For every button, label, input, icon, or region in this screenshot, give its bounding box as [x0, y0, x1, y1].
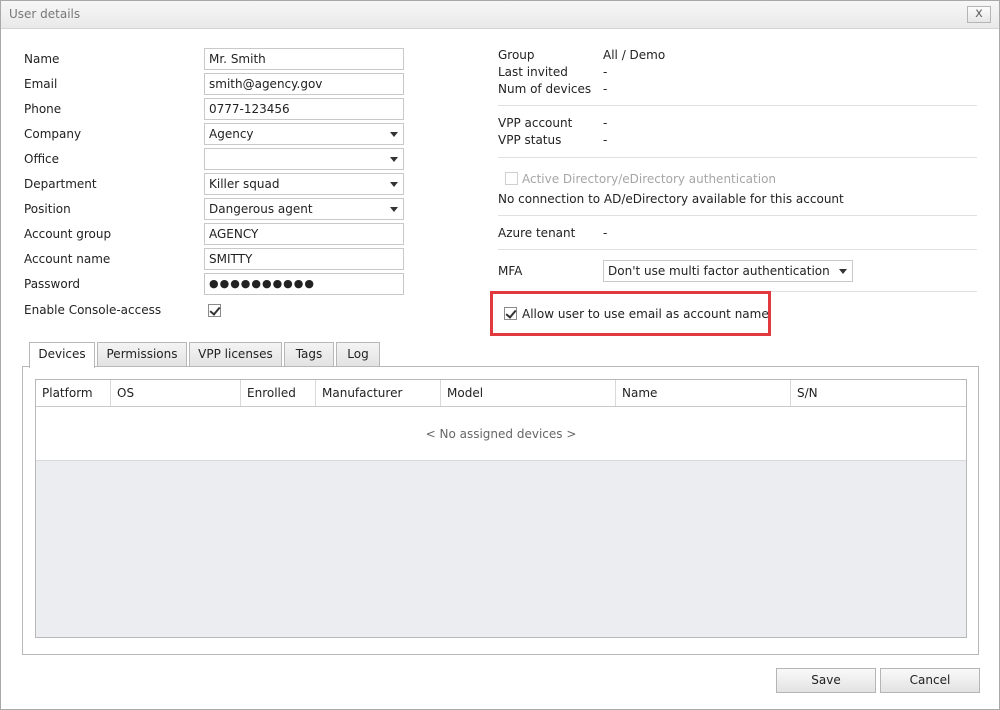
save-button[interactable]: Save [776, 668, 876, 693]
account-name-input[interactable]: SMITTY [204, 248, 404, 270]
divider [498, 249, 977, 250]
position-select[interactable]: Dangerous agent [204, 198, 404, 220]
mfa-select[interactable]: Don't use multi factor authentication [603, 260, 853, 282]
phone-input[interactable]: 0777-123456 [204, 98, 404, 120]
column-header-enrolled[interactable]: Enrolled [241, 380, 316, 406]
email-as-account-label[interactable]: Allow user to use email as account name [522, 307, 769, 321]
tab-log[interactable]: Log [336, 342, 380, 367]
group-label: Group [498, 48, 535, 62]
email-label: Email [24, 77, 58, 91]
vpp-status-value: - [603, 133, 608, 147]
vpp-account-value: - [603, 116, 608, 130]
devices-table: Platform OS Enrolled Manufacturer Model … [35, 379, 967, 638]
department-select-value: Killer squad [209, 177, 280, 191]
mfa-label: MFA [498, 264, 523, 278]
column-header-platform[interactable]: Platform [36, 380, 111, 406]
devices-tab-panel: Platform OS Enrolled Manufacturer Model … [22, 366, 979, 655]
tab-tags[interactable]: Tags [284, 342, 334, 367]
position-label: Position [24, 202, 71, 216]
account-group-label: Account group [24, 227, 112, 241]
department-select[interactable]: Killer squad [204, 173, 404, 195]
azure-tenant-label: Azure tenant [498, 226, 576, 240]
office-select[interactable] [204, 148, 404, 170]
empty-table-message: < No assigned devices > [36, 407, 966, 461]
num-devices-value: - [603, 82, 608, 96]
password-input[interactable]: ●●●●●●●●●● [204, 273, 404, 295]
last-invited-value: - [603, 65, 608, 79]
email-as-account-checkbox[interactable] [504, 307, 517, 320]
account-group-input[interactable]: AGENCY [204, 223, 404, 245]
chevron-down-icon [839, 269, 847, 274]
company-select-value: Agency [209, 127, 254, 141]
azure-tenant-value: - [603, 226, 608, 240]
position-select-value: Dangerous agent [209, 202, 313, 216]
column-header-model[interactable]: Model [441, 380, 616, 406]
column-header-sn[interactable]: S/N [791, 380, 966, 406]
office-label: Office [24, 152, 60, 166]
cancel-button[interactable]: Cancel [880, 668, 980, 693]
tab-permissions[interactable]: Permissions [97, 342, 187, 367]
divider [498, 215, 977, 216]
ad-auth-label: Active Directory/eDirectory authenticati… [522, 172, 777, 186]
name-label: Name [24, 52, 60, 66]
divider [498, 105, 977, 106]
num-devices-label: Num of devices [498, 82, 592, 96]
email-input[interactable]: smith@agency.gov [204, 73, 404, 95]
last-invited-label: Last invited [498, 65, 568, 79]
tab-devices[interactable]: Devices [29, 342, 95, 368]
mfa-select-value: Don't use multi factor authentication [608, 264, 830, 278]
phone-label: Phone [24, 102, 62, 116]
console-access-checkbox[interactable] [208, 304, 221, 317]
column-header-manufacturer[interactable]: Manufacturer [316, 380, 441, 406]
dialog-title: User details [9, 7, 81, 21]
close-button[interactable]: x [967, 6, 991, 23]
tab-vpp-licenses[interactable]: VPP licenses [189, 342, 282, 367]
user-details-dialog: User details x Name Mr. Smith Email smit… [0, 0, 1000, 710]
ad-auth-checkbox[interactable] [505, 172, 518, 185]
console-access-label: Enable Console-access [24, 303, 162, 317]
close-icon: x [975, 6, 983, 21]
company-label: Company [24, 127, 82, 141]
title-bar: User details x [1, 1, 999, 29]
ad-connection-note: No connection to AD/eDirectory available… [498, 192, 844, 206]
column-header-os[interactable]: OS [111, 380, 241, 406]
chevron-down-icon [390, 132, 398, 137]
column-header-name[interactable]: Name [616, 380, 791, 406]
vpp-status-label: VPP status [498, 133, 562, 147]
name-input[interactable]: Mr. Smith [204, 48, 404, 70]
chevron-down-icon [390, 207, 398, 212]
account-name-label: Account name [24, 252, 111, 266]
group-value: All / Demo [603, 48, 666, 62]
table-header: Platform OS Enrolled Manufacturer Model … [36, 380, 966, 407]
divider [498, 157, 977, 158]
chevron-down-icon [390, 157, 398, 162]
password-label: Password [24, 277, 81, 291]
department-label: Department [24, 177, 97, 191]
chevron-down-icon [390, 182, 398, 187]
company-select[interactable]: Agency [204, 123, 404, 145]
vpp-account-label: VPP account [498, 116, 573, 130]
